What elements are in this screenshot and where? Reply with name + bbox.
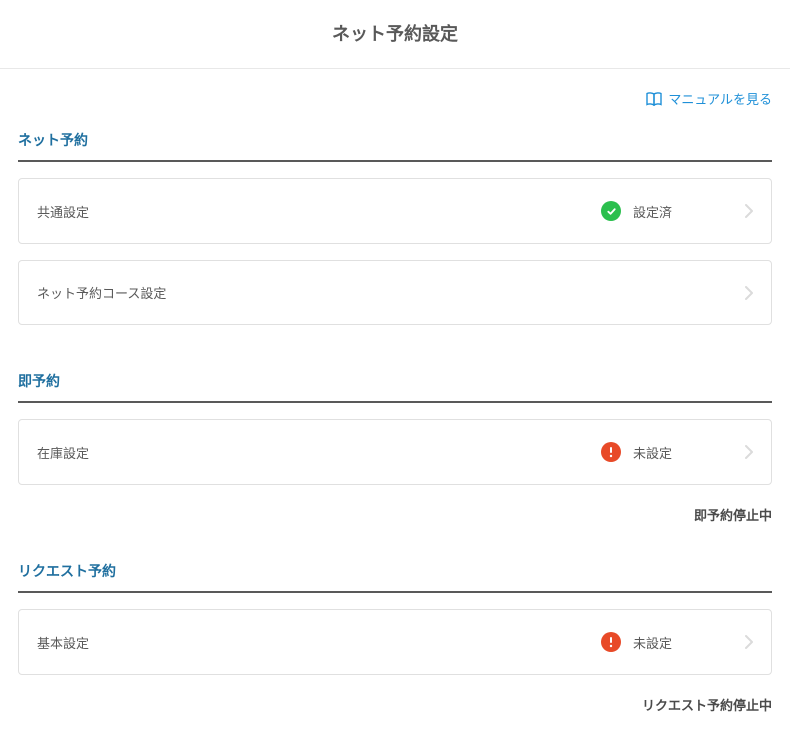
card-course-settings[interactable]: ネット予約コース設定 xyxy=(18,260,772,325)
page-header: ネット予約設定 xyxy=(0,0,790,69)
status-text: 設定済 xyxy=(633,202,672,221)
card-basic-settings[interactable]: 基本設定 未設定 xyxy=(18,609,772,675)
page-title: ネット予約設定 xyxy=(0,20,790,46)
card-stock-settings[interactable]: 在庫設定 未設定 xyxy=(18,419,772,485)
chevron-right-icon xyxy=(745,204,753,218)
chevron-right-icon xyxy=(745,286,753,300)
alert-circle-icon xyxy=(601,632,621,652)
section-footer-request: リクエスト予約停止中 xyxy=(18,695,772,715)
manual-link-wrap: マニュアルを見る xyxy=(18,69,772,112)
alert-circle-icon xyxy=(601,442,621,462)
section-title-instant-reservation: 即予約 xyxy=(18,371,772,403)
manual-link-label: マニュアルを見る xyxy=(668,89,772,108)
section-footer-instant: 即予約停止中 xyxy=(18,505,772,525)
manual-link[interactable]: マニュアルを見る xyxy=(646,89,772,108)
section-title-net-reservation: ネット予約 xyxy=(18,130,772,162)
section-request-reservation: リクエスト予約 基本設定 未設定 リクエスト予約停止中 xyxy=(18,561,772,715)
status-wrap: 未設定 xyxy=(601,632,731,652)
book-icon xyxy=(646,92,662,106)
status-text: 未設定 xyxy=(633,443,672,462)
section-footer-text: 即予約停止中 xyxy=(694,508,772,523)
status-wrap: 未設定 xyxy=(601,442,731,462)
card-label: ネット予約コース設定 xyxy=(37,283,601,302)
section-instant-reservation: 即予約 在庫設定 未設定 即予約停止中 xyxy=(18,371,772,525)
chevron-right-icon xyxy=(745,635,753,649)
main-container: マニュアルを見る ネット予約 共通設定 設定済 ネット予約コース設定 xyxy=(0,69,790,715)
status-wrap: 設定済 xyxy=(601,201,731,221)
section-title-request-reservation: リクエスト予約 xyxy=(18,561,772,593)
card-common-settings[interactable]: 共通設定 設定済 xyxy=(18,178,772,244)
section-footer-text: リクエスト予約停止中 xyxy=(642,698,772,713)
section-net-reservation: ネット予約 共通設定 設定済 ネット予約コース設定 xyxy=(18,130,772,325)
card-label: 共通設定 xyxy=(37,202,601,221)
status-text: 未設定 xyxy=(633,633,672,652)
card-label: 基本設定 xyxy=(37,633,601,652)
check-circle-icon xyxy=(601,201,621,221)
card-label: 在庫設定 xyxy=(37,443,601,462)
chevron-right-icon xyxy=(745,445,753,459)
